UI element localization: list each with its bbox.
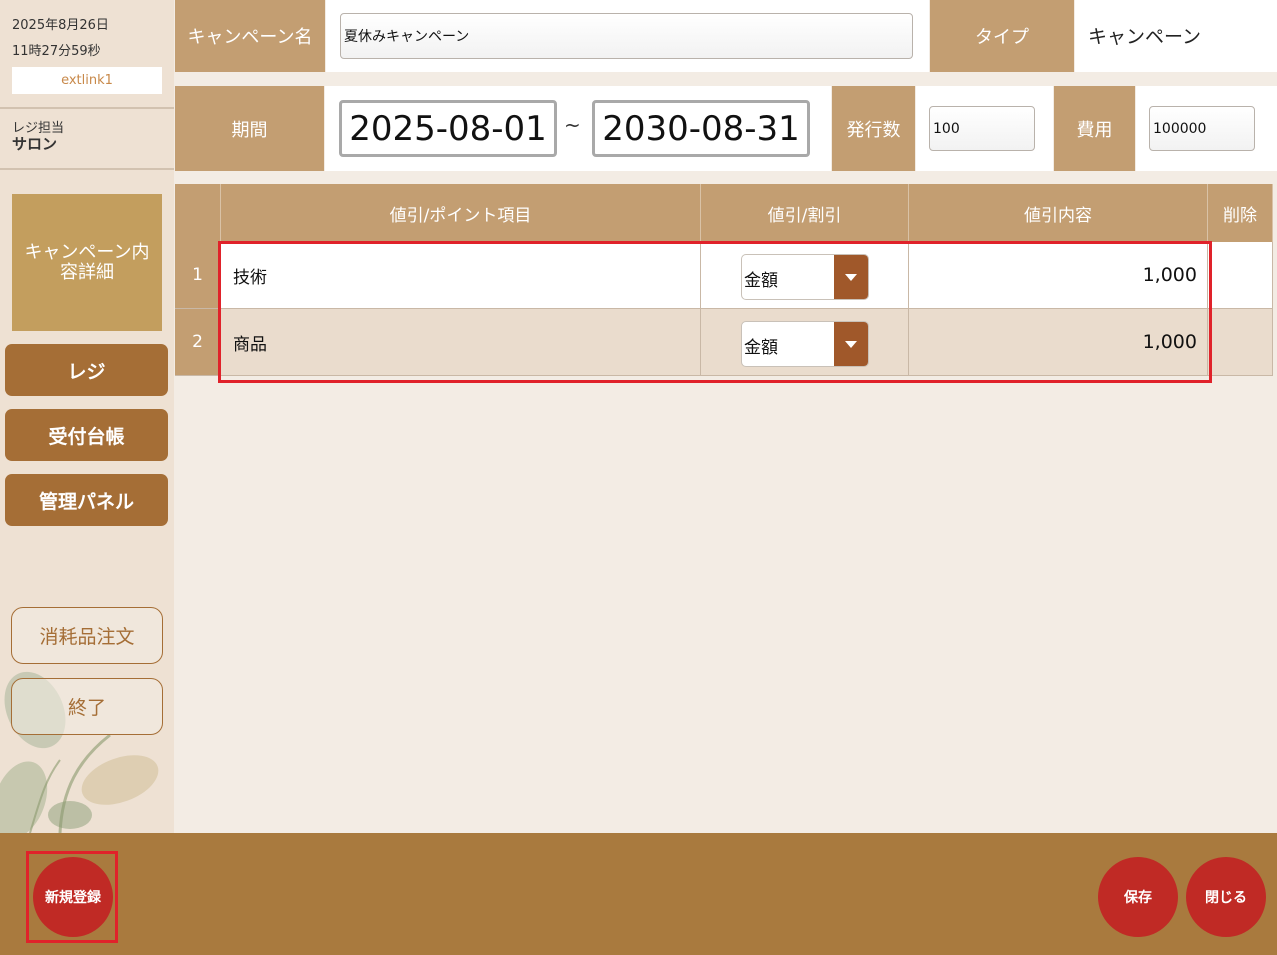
- row-item-name: 商品: [221, 309, 701, 376]
- order-supplies-button[interactable]: 消耗品注文: [11, 607, 163, 664]
- row-amount[interactable]: 1,000: [909, 309, 1208, 376]
- start-date-input[interactable]: 2025-08-01: [339, 100, 557, 157]
- plant-decoration-icon: [0, 671, 159, 833]
- nav-reception-ledger-button[interactable]: 受付台帳: [5, 409, 168, 461]
- chevron-down-icon[interactable]: [834, 322, 868, 366]
- sidebar: 2025年8月26日 11時27分59秒 extlink1 レジ担当 サロン キ…: [0, 0, 174, 833]
- staff-name: サロン: [12, 135, 58, 153]
- current-time: 11時27分59秒: [12, 44, 101, 59]
- discount-type-selected: 金額: [744, 338, 778, 358]
- user-id-box: extlink1: [12, 67, 162, 94]
- close-button[interactable]: 閉じる: [1186, 857, 1266, 937]
- row-amount[interactable]: 1,000: [909, 242, 1208, 309]
- end-date-input[interactable]: 2030-08-31: [592, 100, 810, 157]
- staff-label: レジ担当: [12, 121, 65, 136]
- new-register-button[interactable]: 新規登録: [33, 857, 113, 937]
- type-label: タイプ: [930, 0, 1074, 72]
- chevron-down-icon[interactable]: [834, 255, 868, 299]
- table-header-item: 値引/ポイント項目: [221, 184, 701, 242]
- row-discount-type-cell: 金額: [701, 242, 909, 309]
- save-button[interactable]: 保存: [1098, 857, 1178, 937]
- table-header-discount-type: 値引/割引: [701, 184, 909, 242]
- issue-count-input[interactable]: 100: [929, 106, 1035, 151]
- sidebar-item-campaign-detail[interactable]: キャンペーン内容詳細: [12, 194, 162, 331]
- table-header-amount: 値引内容: [909, 184, 1208, 242]
- sidebar-divider: [0, 107, 174, 109]
- discount-type-selected: 金額: [744, 271, 778, 291]
- discount-type-select[interactable]: 金額: [741, 321, 869, 367]
- table-header-number: [175, 184, 221, 242]
- nav-register-button[interactable]: レジ: [5, 344, 168, 396]
- table-row: 1 技術 金額 1,000: [175, 242, 1273, 309]
- campaign-name-input[interactable]: 夏休みキャンペーン: [340, 13, 913, 59]
- table-header-delete: 削除: [1208, 184, 1273, 242]
- type-value: キャンペーン: [1088, 26, 1202, 48]
- nav-admin-panel-button[interactable]: 管理パネル: [5, 474, 168, 526]
- period-separator: ~: [564, 113, 581, 137]
- cost-label: 費用: [1054, 86, 1135, 171]
- period-label: 期間: [175, 86, 324, 171]
- campaign-name-label: キャンペーン名: [175, 0, 325, 72]
- row-number: 1: [175, 242, 221, 309]
- row-discount-type-cell: 金額: [701, 309, 909, 376]
- row-number: 2: [175, 309, 221, 376]
- issue-count-label: 発行数: [832, 86, 915, 171]
- discount-type-select[interactable]: 金額: [741, 254, 869, 300]
- row-item-name: 技術: [221, 242, 701, 309]
- table-row: 2 商品 金額 1,000: [175, 309, 1273, 376]
- exit-button[interactable]: 終了: [11, 678, 163, 735]
- row-delete-cell[interactable]: [1208, 309, 1273, 376]
- row-delete-cell[interactable]: [1208, 242, 1273, 309]
- footer-bar: 新規登録 保存 閉じる: [0, 833, 1277, 955]
- current-date: 2025年8月26日: [12, 18, 109, 33]
- cost-input[interactable]: 100000: [1149, 106, 1255, 151]
- sidebar-divider: [0, 168, 174, 170]
